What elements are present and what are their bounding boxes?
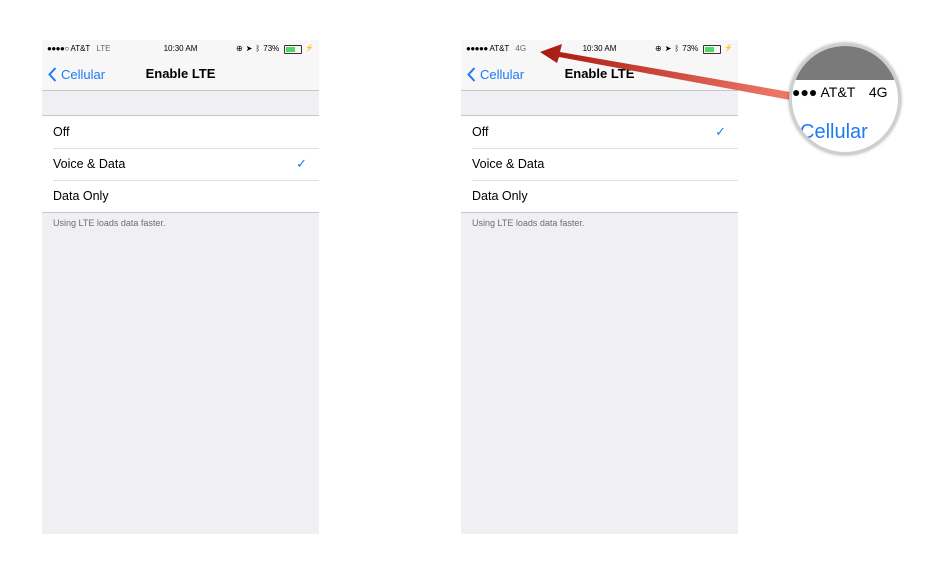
charging-icon: ⚡ bbox=[724, 45, 733, 52]
bluetooth-icon: ᛒ bbox=[255, 44, 261, 53]
page-title: Enable LTE bbox=[145, 66, 216, 81]
battery-fill bbox=[286, 46, 296, 52]
option-data-only[interactable]: Data Only ✓ bbox=[42, 180, 319, 212]
battery-percent: 73% bbox=[263, 44, 280, 53]
lte-options: Off ✓ Voice & Data ✓ Data Only ✓ bbox=[461, 115, 738, 213]
option-label: Voice & Data bbox=[472, 157, 545, 171]
status-bar: ●●●●● AT&T 4G 10:30 AM ⊕ ➤ ᛒ 73% ⚡ bbox=[461, 40, 738, 58]
page-title: Enable LTE bbox=[564, 66, 635, 81]
option-voice-data[interactable]: Voice & Data ✓ bbox=[42, 148, 319, 180]
magnified-back-label: Cellular bbox=[800, 121, 868, 143]
charging-icon: ⚡ bbox=[305, 45, 314, 52]
checkmark-icon: ✓ bbox=[296, 156, 307, 171]
option-off[interactable]: Off ✓ bbox=[461, 116, 738, 148]
status-icons: ⊕ ➤ ᛒ 73% ⚡ bbox=[236, 40, 314, 58]
option-data-only[interactable]: Data Only ✓ bbox=[461, 180, 738, 212]
lte-options: Off ✓ Voice & Data ✓ Data Only ✓ bbox=[42, 115, 319, 213]
magnified-signal: ●●● bbox=[792, 84, 818, 100]
alarm-icon: ⊕ bbox=[236, 44, 243, 53]
checkmark-icon: ✓ bbox=[715, 124, 726, 139]
battery-fill bbox=[705, 46, 715, 52]
phone-screen-left: ●●●●○ AT&T LTE 10:30 AM ⊕ ➤ ᛒ 73% ⚡ Cell… bbox=[42, 40, 319, 534]
zoom-magnifier: ●●● AT&T 4G Cellular bbox=[789, 43, 901, 155]
option-label: Off bbox=[53, 125, 70, 139]
location-arrow-icon: ➤ bbox=[664, 44, 672, 53]
magnified-status: ●●● AT&T 4G bbox=[792, 84, 888, 100]
battery-icon bbox=[703, 44, 722, 54]
option-off[interactable]: Off ✓ bbox=[42, 116, 319, 148]
option-label: Voice & Data bbox=[53, 157, 126, 171]
battery-icon bbox=[284, 44, 303, 54]
location-arrow-icon: ➤ bbox=[245, 44, 253, 53]
bluetooth-icon: ᛒ bbox=[674, 44, 680, 53]
footer-note: Using LTE loads data faster. bbox=[472, 218, 585, 228]
magnified-carrier: AT&T bbox=[820, 84, 856, 100]
navigation-bar: Cellular Enable LTE bbox=[42, 58, 319, 91]
option-label: Data Only bbox=[472, 189, 528, 203]
option-label: Data Only bbox=[53, 189, 109, 203]
alarm-icon: ⊕ bbox=[655, 44, 662, 53]
status-bar: ●●●●○ AT&T LTE 10:30 AM ⊕ ➤ ᛒ 73% ⚡ bbox=[42, 40, 319, 58]
status-icons: ⊕ ➤ ᛒ 73% ⚡ bbox=[655, 40, 733, 58]
battery-percent: 73% bbox=[682, 44, 699, 53]
phone-screen-right: ●●●●● AT&T 4G 10:30 AM ⊕ ➤ ᛒ 73% ⚡ Cellu… bbox=[461, 40, 738, 534]
magnifier-top-band bbox=[792, 46, 898, 80]
option-voice-data[interactable]: Voice & Data ✓ bbox=[461, 148, 738, 180]
footer-note: Using LTE loads data faster. bbox=[53, 218, 166, 228]
magnified-network: 4G bbox=[868, 84, 888, 100]
navigation-bar: Cellular Enable LTE bbox=[461, 58, 738, 91]
option-label: Off bbox=[472, 125, 489, 139]
